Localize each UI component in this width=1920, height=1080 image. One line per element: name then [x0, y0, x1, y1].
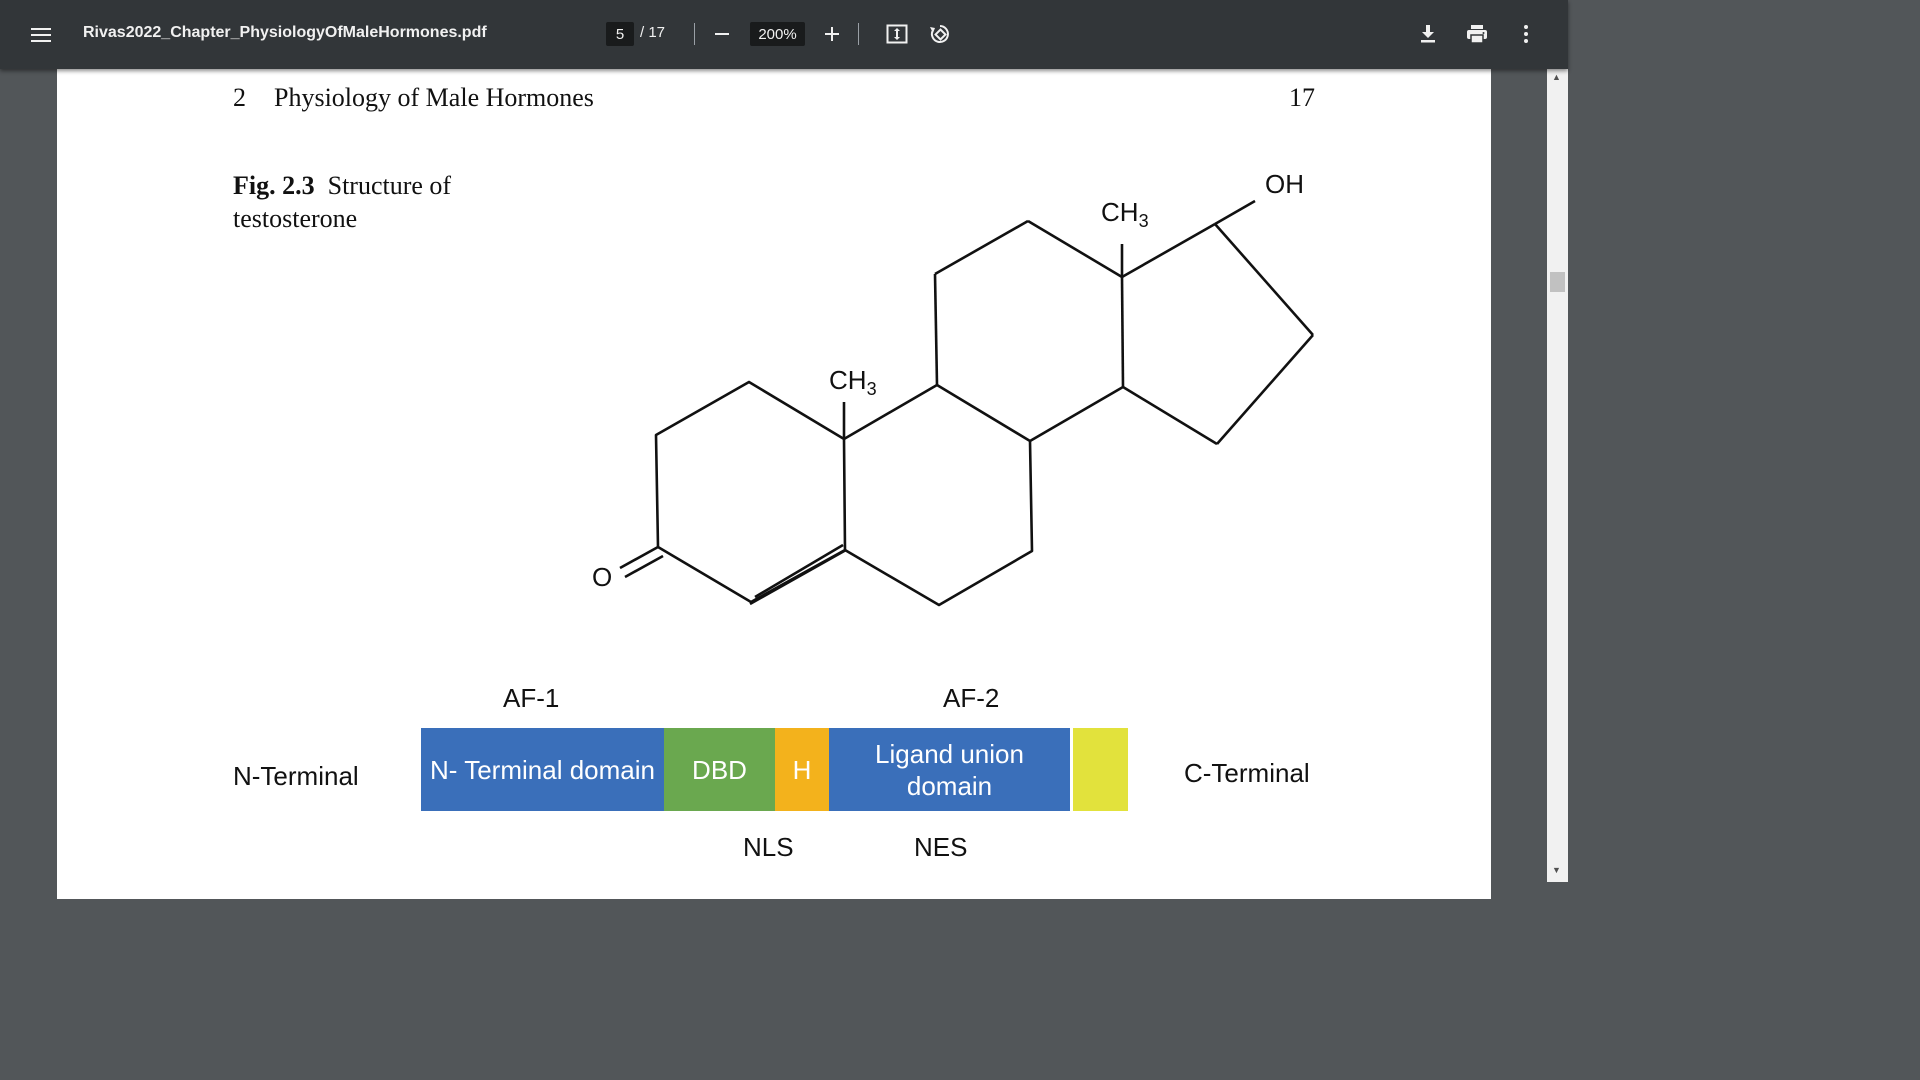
n-terminal-domain-segment: N- Terminal domain [421, 728, 664, 811]
c-terminal-label: C-Terminal [1184, 758, 1310, 788]
nes-label: NES [914, 832, 968, 862]
af2-label: AF-2 [943, 683, 1000, 713]
ch3-label-middle: CH3 [829, 365, 877, 400]
zoom-out-button[interactable] [708, 20, 736, 48]
fit-page-icon [886, 24, 908, 44]
dbd-segment: DBD [664, 728, 775, 811]
c-terminal-segment [1073, 728, 1128, 811]
hinge-segment: H [775, 728, 829, 811]
oxygen-label: O [592, 562, 613, 592]
page-total: / 17 [640, 24, 666, 41]
menu-icon [31, 28, 51, 42]
more-vert-icon [1524, 25, 1528, 43]
zoom-out-icon [715, 33, 729, 35]
zoom-in-icon [825, 27, 839, 41]
separator [858, 23, 859, 45]
ch3-label-top: CH3 [1101, 197, 1149, 232]
subscript-3: 3 [1138, 211, 1149, 232]
document-title: Rivas2022_Chapter_PhysiologyOfMaleHormon… [83, 24, 487, 41]
ch3-text: CH [829, 365, 867, 395]
pdf-page: 2 Physiology of Male Hormones 17 Fig. 2.… [57, 69, 1491, 899]
vertical-scrollbar[interactable]: ▲ ▼ [1547, 69, 1568, 882]
print-icon [1467, 25, 1487, 44]
n-terminal-label: N-Terminal [233, 761, 359, 791]
nls-label: NLS [743, 832, 794, 862]
menu-button[interactable] [22, 17, 60, 53]
af1-label: AF-1 [503, 683, 560, 713]
scroll-up-arrow-icon[interactable]: ▲ [1552, 72, 1561, 82]
separator [694, 23, 695, 45]
rotate-icon [930, 25, 949, 43]
scrollbar-thumb[interactable] [1550, 272, 1565, 292]
oh-label: OH [1265, 169, 1304, 199]
ligand-union-domain-segment: Ligand union domain [829, 728, 1070, 811]
zoom-input[interactable]: 200% [750, 22, 805, 46]
zoom-in-button[interactable] [818, 20, 846, 48]
print-button[interactable] [1461, 18, 1493, 50]
fit-page-button[interactable] [881, 18, 913, 50]
page-number-input[interactable]: 5 [606, 22, 634, 46]
scroll-down-arrow-icon[interactable]: ▼ [1552, 865, 1561, 875]
download-icon [1421, 25, 1435, 43]
testosterone-structure [619, 199, 1314, 607]
rotate-button[interactable] [924, 18, 956, 50]
download-button[interactable] [1412, 18, 1444, 50]
subscript-3: 3 [866, 379, 877, 400]
pdf-toolbar: Rivas2022_Chapter_PhysiologyOfMaleHormon… [0, 0, 1568, 69]
ch3-text: CH [1101, 197, 1139, 227]
more-options-button[interactable] [1510, 18, 1542, 50]
